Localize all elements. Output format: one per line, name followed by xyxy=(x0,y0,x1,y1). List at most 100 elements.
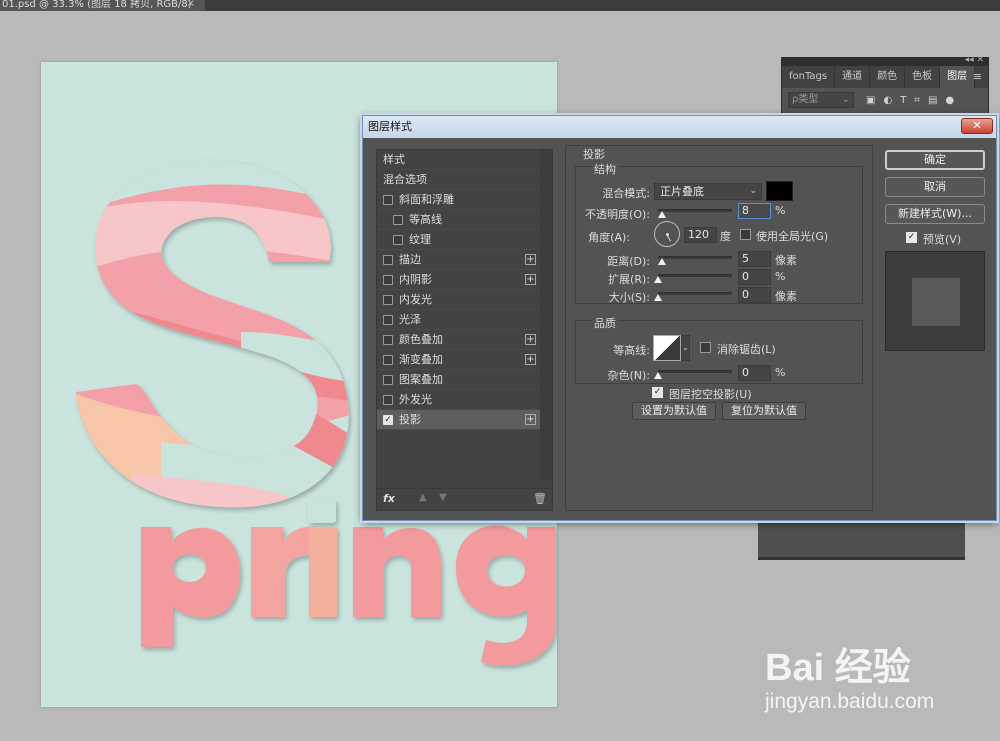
style-item-12[interactable]: 外发光 xyxy=(377,390,540,410)
kind-filter-select[interactable]: ρ类型 ⌄ xyxy=(788,92,854,108)
blend-mode-label: 混合模式: xyxy=(602,187,650,200)
chevron-down-icon: ⌄ xyxy=(749,186,757,196)
noise-unit: % xyxy=(775,366,786,379)
preview-checkbox[interactable]: ✓ xyxy=(906,232,917,243)
style-item-11[interactable]: 图案叠加 xyxy=(377,370,540,390)
kind-filter-label: ρ类型 xyxy=(792,94,819,105)
contour-picker[interactable] xyxy=(653,335,681,361)
style-item-checkbox[interactable] xyxy=(393,215,403,225)
add-effect-icon[interactable]: + xyxy=(525,254,536,265)
style-item-label: 颜色叠加 xyxy=(399,333,443,346)
add-effect-icon[interactable]: + xyxy=(525,414,536,425)
distance-slider[interactable] xyxy=(658,256,732,259)
add-effect-icon[interactable]: + xyxy=(525,334,536,345)
spread-slider[interactable] xyxy=(658,274,732,277)
style-item-checkbox[interactable] xyxy=(383,335,393,345)
shadow-color-swatch[interactable] xyxy=(766,181,793,201)
close-tab-icon[interactable]: × xyxy=(187,0,195,9)
angle-dial[interactable] xyxy=(654,221,680,247)
style-item-2[interactable]: 斜面和浮雕 xyxy=(377,190,540,210)
close-button[interactable]: ✕ xyxy=(961,118,993,134)
noise-slider-thumb[interactable] xyxy=(654,372,662,379)
tab-color[interactable]: 颜色 xyxy=(870,66,906,88)
filter-toggle-icon[interactable]: ● xyxy=(945,95,954,106)
angle-input[interactable]: 120 xyxy=(684,227,717,243)
new-style-button[interactable]: 新建样式(W)... xyxy=(885,204,985,224)
knockout-checkbox[interactable]: ✓ xyxy=(652,387,663,398)
style-item-label: 内发光 xyxy=(399,293,432,306)
tab-fontags[interactable]: fonTags xyxy=(782,66,836,88)
reset-default-button[interactable]: 复位为默认值 xyxy=(722,402,806,420)
spread-input[interactable]: 0 xyxy=(738,269,771,285)
noise-input[interactable]: 0 xyxy=(738,365,771,381)
style-item-checkbox[interactable] xyxy=(383,395,393,405)
ok-button[interactable]: 确定 xyxy=(885,150,985,170)
opacity-input[interactable]: 8 xyxy=(738,203,771,219)
blend-mode-select[interactable]: 正片叠底 ⌄ xyxy=(654,183,762,200)
document-tab[interactable]: 01.psd @ 33.3% (图层 18 拷贝, RGB/8) × xyxy=(0,0,205,11)
style-item-checkbox[interactable] xyxy=(383,355,393,365)
antialias-checkbox[interactable] xyxy=(700,342,711,353)
cancel-button[interactable]: 取消 xyxy=(885,177,985,197)
move-up-icon[interactable]: ▲ xyxy=(419,492,427,503)
size-slider[interactable] xyxy=(658,292,732,295)
style-item-label: 图案叠加 xyxy=(399,373,443,386)
global-light-checkbox[interactable] xyxy=(740,229,751,240)
style-item-10[interactable]: 渐变叠加 + xyxy=(377,350,540,370)
image-filter-icon[interactable]: ▣ xyxy=(866,95,875,106)
collapse-icon[interactable]: ◂◂ ✕ xyxy=(965,55,984,65)
set-default-button[interactable]: 设置为默认值 xyxy=(632,402,716,420)
baidu-logo: Bai 经验 xyxy=(765,647,911,689)
filter-icons: ▣ ◐ T ⌗ ▤ ● xyxy=(866,95,954,106)
style-item-5[interactable]: 描边 + xyxy=(377,250,540,270)
noise-slider[interactable] xyxy=(658,370,732,373)
tab-swatches[interactable]: 色板 xyxy=(905,66,941,88)
section-title: 投影 xyxy=(583,148,605,161)
style-item-checkbox[interactable]: ✓ xyxy=(383,415,393,425)
spread-slider-thumb[interactable] xyxy=(654,276,662,283)
style-item-6[interactable]: 内阴影 + xyxy=(377,270,540,290)
move-down-icon[interactable]: ▼ xyxy=(439,492,447,503)
style-item-8[interactable]: 光泽 xyxy=(377,310,540,330)
add-effect-icon[interactable]: + xyxy=(525,274,536,285)
opacity-unit: % xyxy=(775,204,786,217)
style-item-checkbox[interactable] xyxy=(383,275,393,285)
document-tab-title: 01.psd @ 33.3% (图层 18 拷贝, RGB/8) xyxy=(2,0,192,10)
trash-icon[interactable]: 🗑 xyxy=(533,492,547,505)
add-effect-icon[interactable]: + xyxy=(525,354,536,365)
tab-layers[interactable]: 图层 xyxy=(940,66,976,88)
shape-filter-icon[interactable]: ⌗ xyxy=(914,95,920,106)
style-item-checkbox[interactable] xyxy=(393,235,403,245)
type-filter-icon[interactable]: T xyxy=(900,95,906,106)
dialog-titlebar[interactable]: 图层样式 ✕ xyxy=(363,116,996,138)
spread-unit: % xyxy=(775,270,786,283)
style-item-3[interactable]: 等高线 xyxy=(377,210,540,230)
style-item-checkbox[interactable] xyxy=(383,255,393,265)
size-slider-thumb[interactable] xyxy=(654,294,662,301)
size-input[interactable]: 0 xyxy=(738,287,771,303)
style-item-0[interactable]: 样式 xyxy=(377,150,540,170)
distance-input[interactable]: 5 xyxy=(738,251,771,267)
chevron-down-icon[interactable]: ⌄ xyxy=(681,335,690,361)
opacity-slider-thumb[interactable] xyxy=(658,211,666,218)
knockout-label: 图层挖空投影(U) xyxy=(669,388,752,401)
watermark-url: jingyan.baidu.com xyxy=(765,690,935,713)
adjustment-filter-icon[interactable]: ◐ xyxy=(883,95,892,106)
tab-channels[interactable]: 通道 xyxy=(835,66,871,88)
style-item-4[interactable]: 纹理 xyxy=(377,230,540,250)
style-item-1[interactable]: 混合选项 xyxy=(377,170,540,190)
style-item-label: 描边 xyxy=(399,253,421,266)
style-list-scrollbar[interactable] xyxy=(540,150,552,480)
style-item-7[interactable]: 内发光 xyxy=(377,290,540,310)
style-item-9[interactable]: 颜色叠加 + xyxy=(377,330,540,350)
style-item-checkbox[interactable] xyxy=(383,195,393,205)
panel-menu-icon[interactable]: ≡ xyxy=(973,66,982,88)
style-item-checkbox[interactable] xyxy=(383,375,393,385)
style-item-13[interactable]: ✓ 投影 + xyxy=(377,410,540,430)
smart-object-filter-icon[interactable]: ▤ xyxy=(928,95,937,106)
fx-icon[interactable]: fx xyxy=(383,492,395,505)
style-item-checkbox[interactable] xyxy=(383,295,393,305)
style-item-checkbox[interactable] xyxy=(383,315,393,325)
opacity-slider[interactable] xyxy=(658,209,732,212)
distance-slider-thumb[interactable] xyxy=(658,258,666,265)
